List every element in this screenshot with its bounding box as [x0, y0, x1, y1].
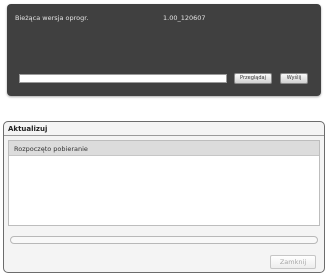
dialog-title: Aktualizuj	[8, 125, 48, 133]
log-entry-text: Rozpoczęto pobieranie	[14, 145, 88, 153]
close-button[interactable]: Zamknij	[270, 255, 316, 269]
current-version-value: 1.00_120607	[163, 14, 206, 22]
update-log[interactable]: Rozpoczęto pobieranie	[8, 140, 320, 226]
log-entry: Rozpoczęto pobieranie	[9, 141, 319, 156]
send-button[interactable]: Wyślij	[280, 73, 308, 84]
title-divider	[4, 135, 324, 136]
current-version-label: Bieżąca wersja oprogr.	[15, 14, 89, 22]
update-dialog: Aktualizuj Rozpoczęto pobieranie Zamknij	[3, 121, 325, 273]
browse-button[interactable]: Przeglądaj	[234, 73, 272, 84]
firmware-panel: Bieżąca wersja oprogr. 1.00_120607 Przeg…	[7, 4, 321, 96]
firmware-file-input[interactable]	[19, 74, 227, 83]
update-progress-bar	[10, 236, 318, 244]
